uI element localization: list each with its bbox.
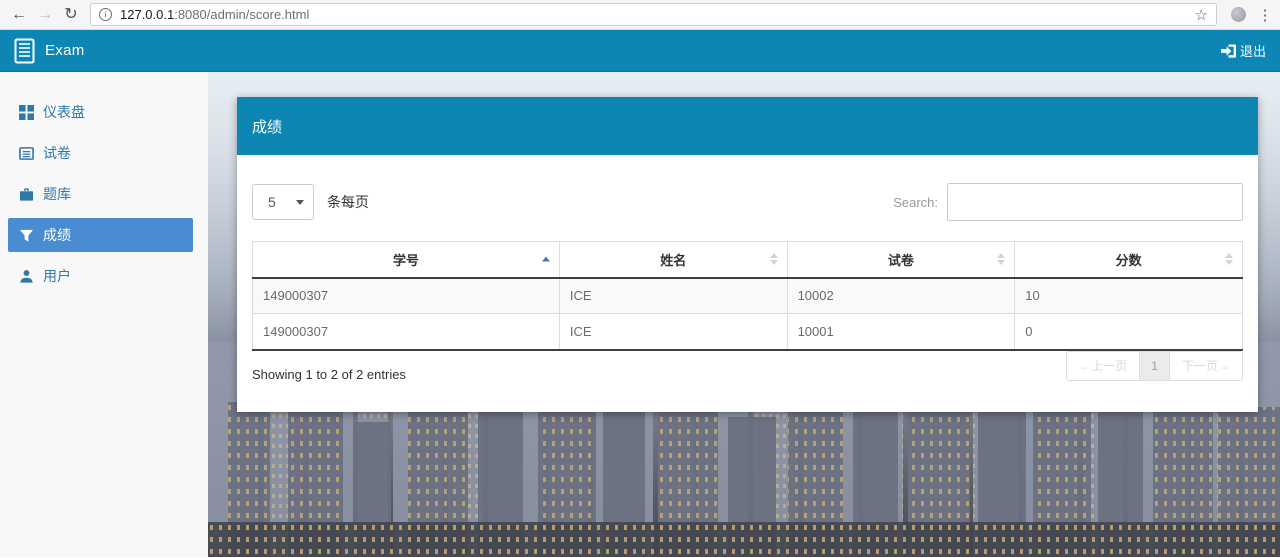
page-length-value: 5 xyxy=(268,194,276,210)
sidebar-item-scores[interactable]: 成绩 xyxy=(8,218,193,252)
notebook-lines-icon xyxy=(14,38,35,63)
brand[interactable]: Exam xyxy=(14,38,85,64)
scores-panel: 成绩 5 条每页 Search: 学号 姓名 试卷 分数 149000307 I… xyxy=(237,97,1258,412)
app-navbar: Exam 退出 xyxy=(0,30,1280,72)
entries-info: Showing 1 to 2 of 2 entries xyxy=(252,366,406,382)
reload-button[interactable]: ↻ xyxy=(58,1,84,29)
column-header-name[interactable]: 姓名 xyxy=(558,241,788,279)
table-row: 149000307 ICE 10002 10 xyxy=(252,277,1243,314)
sort-asc-icon xyxy=(541,256,550,262)
url-bar[interactable]: i 127.0.0.1:8080/admin/score.html ☆ xyxy=(90,3,1217,26)
column-header-score[interactable]: 分数 xyxy=(1014,241,1243,279)
cell-paper: 10001 xyxy=(786,313,1016,351)
sidebar: 仪表盘 试卷 题库 成绩 用户 xyxy=(0,72,208,557)
chevron-down-icon xyxy=(296,199,304,205)
scores-filter-icon xyxy=(19,228,34,243)
sort-both-icon xyxy=(1225,253,1233,266)
sort-both-icon xyxy=(769,253,778,266)
dashboard-icon xyxy=(19,104,34,120)
sidebar-item-users[interactable]: 用户 xyxy=(8,259,193,293)
sign-out-icon xyxy=(1220,43,1236,58)
cell-score: 0 xyxy=(1014,313,1243,351)
sidebar-item-label: 成绩 xyxy=(43,227,71,243)
sort-both-icon xyxy=(997,253,1006,266)
cell-paper: 10002 xyxy=(786,277,1016,314)
page-number-button[interactable]: 1 xyxy=(1139,350,1170,381)
cell-name: ICE xyxy=(558,313,788,351)
question-bank-icon xyxy=(19,187,34,202)
browser-menu-icon[interactable]: ⋮ xyxy=(1256,6,1274,24)
previous-page-button[interactable]: ←上一页 xyxy=(1066,350,1141,381)
back-button[interactable]: ← xyxy=(6,1,32,29)
brand-label: Exam xyxy=(45,42,85,59)
cell-name: ICE xyxy=(558,277,788,314)
sidebar-item-papers[interactable]: 试卷 xyxy=(8,136,193,170)
papers-icon xyxy=(19,146,34,161)
next-page-button[interactable]: 下一页→ xyxy=(1168,350,1243,381)
cell-student-id: 149000307 xyxy=(252,313,560,351)
search-label: Search: xyxy=(893,194,938,210)
main-content: 成绩 5 条每页 Search: 学号 姓名 试卷 分数 149000307 I… xyxy=(208,72,1280,557)
sidebar-item-dashboard[interactable]: 仪表盘 xyxy=(8,95,193,129)
column-header-paper[interactable]: 试卷 xyxy=(786,241,1016,279)
browser-toolbar: ← → ↻ i 127.0.0.1:8080/admin/score.html … xyxy=(0,0,1280,30)
page-length-label: 条每页 xyxy=(327,194,369,210)
pagination: ←上一页 1 下一页→ xyxy=(1066,350,1243,381)
extension-icon[interactable] xyxy=(1231,7,1246,22)
sidebar-item-label: 仪表盘 xyxy=(43,104,85,120)
panel-title: 成绩 xyxy=(237,97,1258,155)
table-header-row: 学号 姓名 试卷 分数 xyxy=(252,241,1243,279)
logout-button[interactable]: 退出 xyxy=(1220,41,1266,60)
users-icon xyxy=(19,269,34,284)
table-row: 149000307 ICE 10001 0 xyxy=(252,313,1243,351)
column-header-student-id[interactable]: 学号 xyxy=(252,241,560,279)
search-input[interactable] xyxy=(947,183,1243,221)
scores-table: 学号 姓名 试卷 分数 149000307 ICE 10002 10 14900… xyxy=(252,241,1243,351)
page-info-icon[interactable]: i xyxy=(99,8,112,21)
forward-button[interactable]: → xyxy=(32,1,58,29)
cell-score: 10 xyxy=(1014,277,1243,314)
url-text: 127.0.0.1:8080/admin/score.html xyxy=(120,7,310,22)
logout-label: 退出 xyxy=(1239,44,1266,59)
bookmark-star-icon[interactable]: ☆ xyxy=(1195,6,1208,24)
cell-student-id: 149000307 xyxy=(252,277,560,314)
page-length-select[interactable]: 5 xyxy=(252,184,314,220)
sidebar-item-label: 用户 xyxy=(43,268,71,284)
sidebar-item-label: 题库 xyxy=(43,186,71,202)
sidebar-item-question-bank[interactable]: 题库 xyxy=(8,177,193,211)
sidebar-item-label: 试卷 xyxy=(43,145,71,161)
